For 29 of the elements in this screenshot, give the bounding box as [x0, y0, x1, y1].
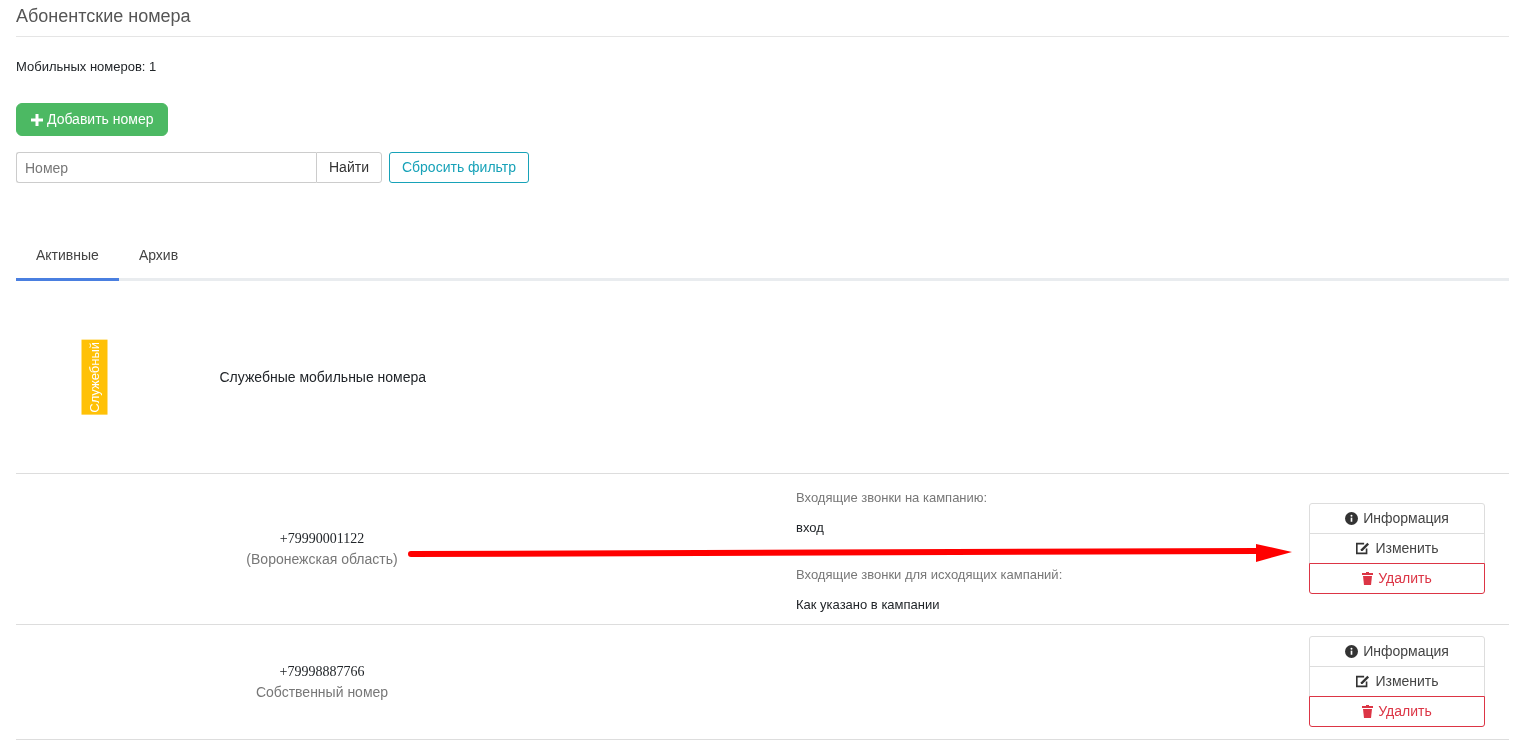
- field-value: вход: [796, 518, 825, 537]
- number-count: Мобильных номеров: 1: [16, 57, 158, 76]
- field-label: Входящие звонки на кампанию:: [796, 489, 989, 508]
- plus-icon: [31, 113, 43, 126]
- info-icon: [1345, 645, 1359, 659]
- category-tag: Служебный: [82, 339, 108, 415]
- info-icon: [1345, 512, 1359, 526]
- edit-icon: [1355, 675, 1371, 689]
- info-button[interactable]: Информация: [1309, 503, 1485, 535]
- phone-note: (Воронежская область): [246, 550, 398, 570]
- delete-button[interactable]: Удалить: [1309, 696, 1485, 728]
- number-field[interactable]: Номер: [16, 152, 316, 184]
- tab[interactable]: Активные: [16, 245, 119, 282]
- edit-button[interactable]: Изменить: [1309, 533, 1485, 565]
- info-button[interactable]: Информация: [1309, 636, 1485, 668]
- phone-number: +79990001122: [279, 530, 365, 549]
- field-value: Как указано в кампании: [796, 595, 941, 614]
- page-title: Абонентские номера: [16, 6, 1509, 37]
- search-button[interactable]: Найти: [316, 152, 382, 184]
- trash-icon: [1362, 572, 1374, 586]
- edit-icon: [1355, 542, 1371, 556]
- group-title: Служебные мобильные номера: [219, 367, 427, 387]
- phone-number: +79998887766: [279, 663, 365, 682]
- delete-button[interactable]: Удалить: [1309, 563, 1485, 595]
- tab[interactable]: Архив: [118, 245, 199, 282]
- trash-icon: [1362, 705, 1374, 719]
- edit-button[interactable]: Изменить: [1309, 666, 1485, 698]
- phone-note: Собственный номер: [255, 683, 389, 703]
- field-label: Входящие звонки для исходящих кампаний:: [796, 566, 1064, 585]
